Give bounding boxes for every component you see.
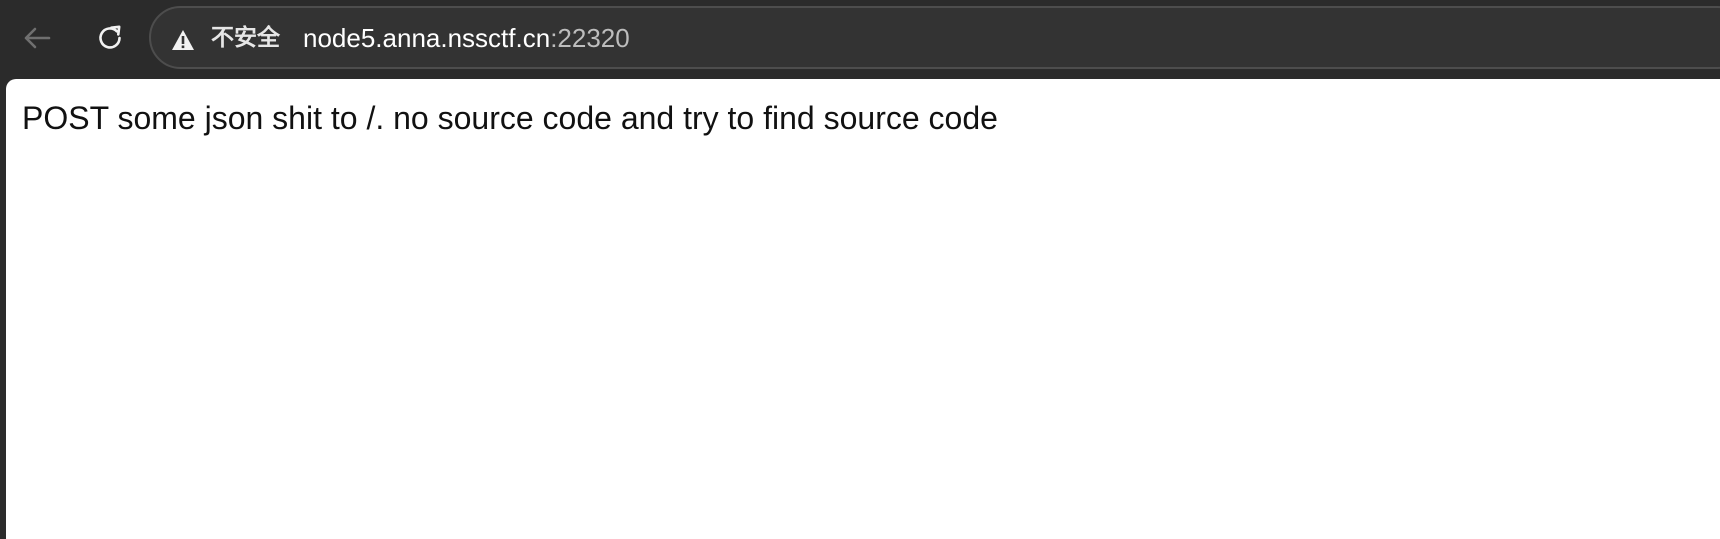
page-content: POST some json shit to /. no source code…	[6, 79, 1720, 539]
warning-icon[interactable]	[171, 28, 195, 52]
url-host: node5.anna.nssctf.cn	[303, 23, 551, 53]
security-status-label[interactable]: 不安全	[211, 23, 280, 53]
url-port: :22320	[550, 23, 630, 53]
address-bar[interactable]: 不安全 node5.anna.nssctf.cn:22320	[149, 6, 1720, 69]
browser-toolbar: 不安全 node5.anna.nssctf.cn:22320	[0, 0, 1720, 79]
page-message: POST some json shit to /. no source code…	[22, 100, 998, 136]
reload-button[interactable]	[89, 17, 131, 59]
arrow-left-icon	[24, 27, 51, 49]
back-button[interactable]	[16, 17, 58, 59]
url-text[interactable]: node5.anna.nssctf.cn:22320	[303, 23, 630, 53]
reload-icon	[99, 25, 121, 49]
